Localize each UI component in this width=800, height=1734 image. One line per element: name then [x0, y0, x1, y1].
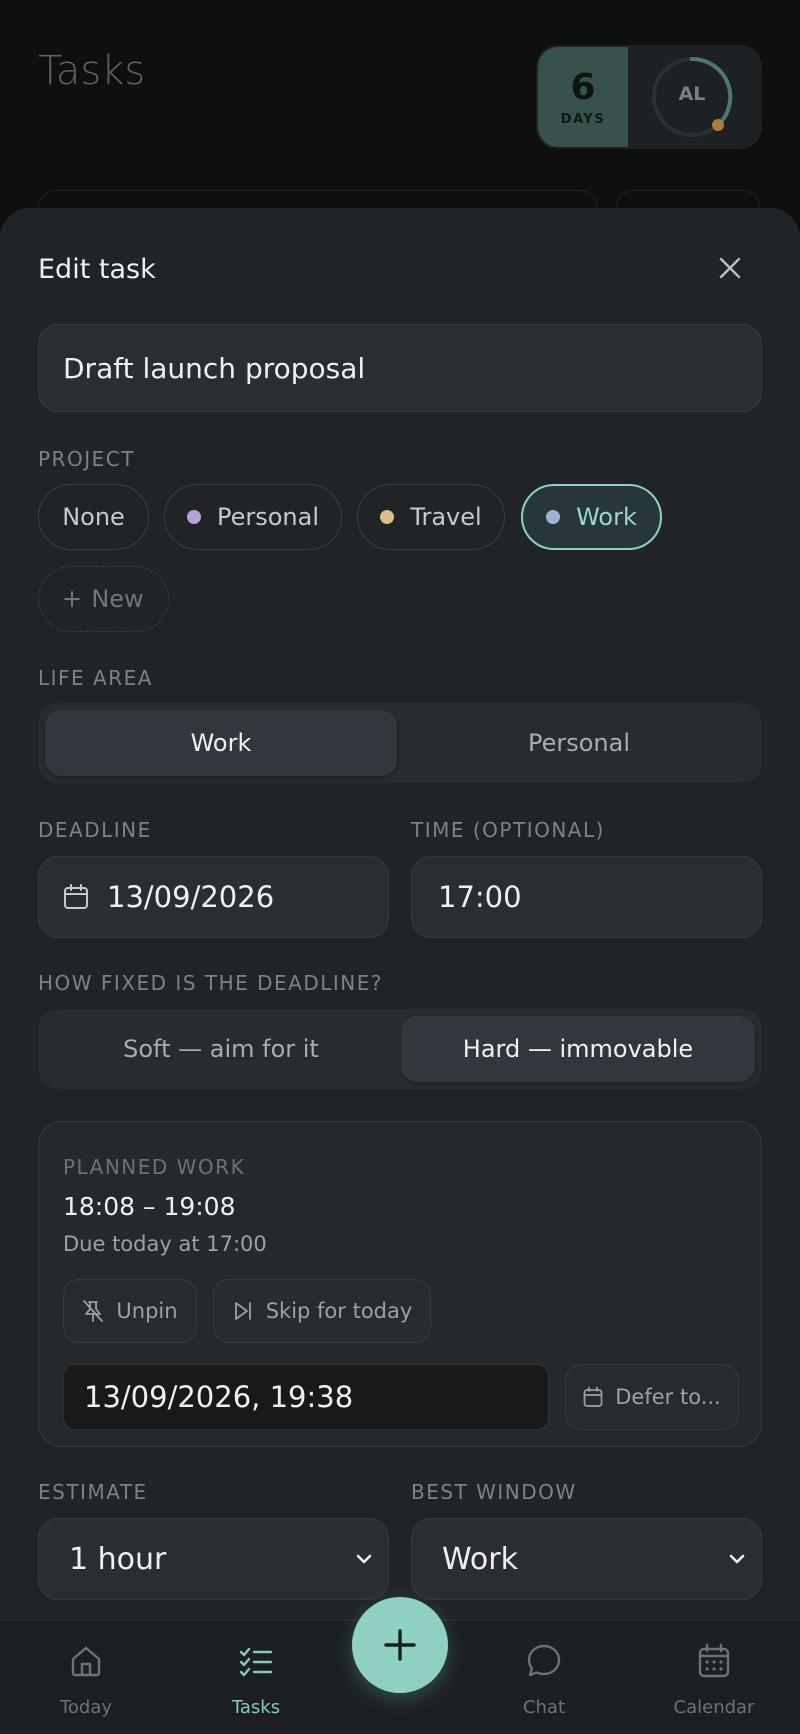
best-window-label: BEST WINDOW [411, 1480, 577, 1504]
nav-label: Today [59, 1697, 113, 1718]
deadline-date-input[interactable]: 13/09/2026 [38, 856, 389, 938]
chip-label: Work [576, 503, 637, 531]
calendar-icon [64, 884, 88, 909]
life-area-work-option[interactable]: Work [45, 710, 397, 776]
estimate-select[interactable]: 1 hour [38, 1518, 389, 1600]
defer-button[interactable]: Defer to... [565, 1364, 739, 1430]
time-value: 17:00 [438, 880, 522, 914]
streak-count: 6 [570, 67, 596, 108]
streak-label: DAYS [560, 112, 606, 127]
unpin-icon [83, 1300, 104, 1322]
streak-badge: 6 DAYS [538, 47, 628, 147]
soft-deadline-option[interactable]: Soft — aim for it [45, 1016, 397, 1082]
planned-work-card: PLANNED WORK 18:08 – 19:08 Due today at … [38, 1121, 762, 1447]
deadline-value: 13/09/2026 [107, 880, 275, 914]
defer-label: Defer to... [615, 1385, 721, 1409]
new-project-button[interactable]: New [38, 566, 169, 632]
life-area-label: LIFE AREA [38, 666, 153, 690]
sheet-title: Edit task [38, 254, 156, 285]
close-button[interactable] [712, 250, 748, 286]
due-text: Due today at 17:00 [63, 1232, 267, 1256]
estimate-label: ESTIMATE [38, 1480, 148, 1504]
task-title-input[interactable]: Draft launch proposal [38, 324, 762, 412]
unpin-button[interactable]: Unpin [63, 1279, 197, 1343]
unpin-label: Unpin [116, 1299, 178, 1323]
chat-icon [527, 1644, 561, 1677]
edit-task-sheet: Edit task Draft launch proposal PROJECT … [0, 208, 800, 1734]
time-input[interactable]: 17:00 [411, 856, 762, 938]
nav-today[interactable]: Today [16, 1621, 156, 1734]
skip-label: Skip for today [265, 1299, 413, 1323]
chip-label: None [62, 503, 125, 531]
life-area-personal-option[interactable]: Personal [403, 710, 755, 776]
page-title: Tasks [38, 48, 146, 94]
skip-forward-icon [234, 1302, 251, 1320]
avatar[interactable]: AL [648, 83, 736, 105]
project-chip-none[interactable]: None [38, 484, 149, 550]
nav-chat[interactable]: Chat [474, 1621, 614, 1734]
planned-time-range: 18:08 – 19:08 [63, 1192, 236, 1221]
chip-label: Travel [410, 503, 482, 531]
travel-dot-icon [380, 510, 395, 524]
calendar-icon [583, 1386, 603, 1407]
work-dot-icon [546, 510, 561, 524]
nav-calendar[interactable]: Calendar [644, 1621, 784, 1734]
personal-dot-icon [186, 510, 201, 524]
project-label: PROJECT [38, 447, 135, 471]
skip-for-today-button[interactable]: Skip for today [213, 1279, 431, 1343]
life-area-toggle: Work Personal [38, 703, 762, 783]
estimate-value: 1 hour [69, 1541, 167, 1577]
hard-deadline-option[interactable]: Hard — immovable [401, 1016, 755, 1082]
add-task-fab[interactable] [352, 1597, 448, 1693]
nav-label: Chat [522, 1697, 566, 1718]
fixedness-label: HOW FIXED IS THE DEADLINE? [38, 971, 383, 995]
chevron-down-icon [729, 1554, 745, 1564]
streak-widget[interactable]: 6 DAYS AL [536, 45, 762, 149]
best-window-value: Work [442, 1541, 518, 1577]
plus-icon [384, 1629, 416, 1661]
chip-label: Personal [216, 503, 320, 531]
home-icon [71, 1646, 101, 1677]
close-icon [719, 257, 741, 279]
fixedness-toggle: Soft — aim for it Hard — immovable [38, 1009, 762, 1089]
planned-work-label: PLANNED WORK [63, 1155, 246, 1179]
chevron-down-icon [356, 1554, 372, 1564]
project-chip-personal[interactable]: Personal [164, 484, 342, 550]
nav-label: Tasks [231, 1697, 281, 1718]
best-window-select[interactable]: Work [411, 1518, 762, 1600]
nav-tasks[interactable]: Tasks [186, 1621, 326, 1734]
deadline-label: DEADLINE [38, 818, 152, 842]
defer-datetime-input[interactable]: 13/09/2026, 19:38 [63, 1364, 549, 1430]
chip-label: New [91, 585, 144, 613]
project-chip-work[interactable]: Work [521, 484, 662, 550]
time-label: TIME (OPTIONAL) [411, 818, 605, 842]
plus-icon [64, 591, 81, 607]
nav-label: Calendar [673, 1697, 755, 1718]
calendar-icon [698, 1643, 730, 1678]
project-chip-travel[interactable]: Travel [357, 484, 505, 550]
tasks-icon [239, 1647, 273, 1677]
